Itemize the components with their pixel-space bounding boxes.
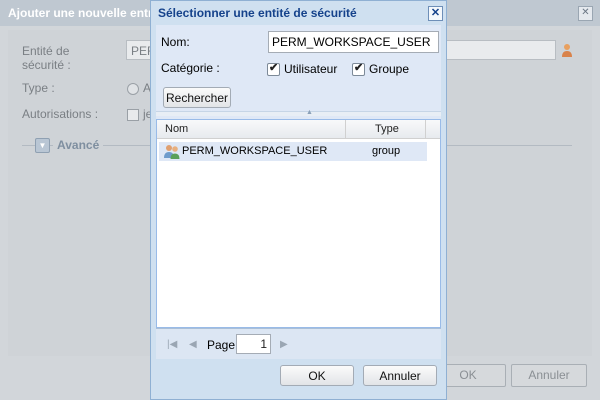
checkmark-icon: ✔ [354, 62, 364, 74]
security-entity-label: Entité de sécurité : [22, 44, 71, 72]
page-label: Page [207, 338, 236, 352]
user-checkbox[interactable]: ✔ [267, 62, 280, 76]
search-button[interactable]: Rechercher [163, 87, 231, 108]
name-input[interactable]: PERM_WORKSPACE_USER [268, 31, 439, 53]
column-divider[interactable] [425, 120, 426, 138]
group-checkbox-label[interactable]: Groupe [369, 62, 409, 76]
chevron-down-icon[interactable]: ▼ [35, 138, 50, 153]
dialog-title: Sélectionner une entité de sécurité [158, 6, 357, 20]
chevron-up-icon[interactable]: ▲ [306, 109, 316, 116]
table-row[interactable]: PERM_WORKSPACE_USER group [159, 142, 427, 161]
row-type-cell: group [372, 145, 401, 157]
column-divider[interactable] [345, 120, 346, 138]
background-cancel-button[interactable]: Annuler [511, 364, 587, 387]
category-label: Catégorie : [161, 61, 220, 75]
type-radio[interactable] [127, 83, 139, 95]
background-close-icon[interactable]: ✕ [578, 6, 593, 21]
column-header-type[interactable]: Type [375, 123, 399, 135]
select-security-entity-dialog: Sélectionner une entité de sécurité ✕ No… [150, 0, 447, 400]
ok-button[interactable]: OK [280, 365, 354, 386]
type-label: Type : [22, 81, 55, 95]
next-page-icon[interactable]: ▶ [280, 339, 288, 350]
first-page-icon[interactable]: |◀ [167, 339, 177, 350]
results-grid: Nom Type PERM_WORKSPACE_USER group [156, 119, 441, 328]
advanced-section-label[interactable]: Avancé [53, 138, 104, 152]
previous-page-icon[interactable]: ◀ [189, 339, 197, 350]
person-icon[interactable] [560, 43, 574, 57]
user-checkbox-label[interactable]: Utilisateur [284, 62, 337, 76]
checkmark-icon: ✔ [269, 62, 279, 74]
cancel-button[interactable]: Annuler [363, 365, 437, 386]
close-icon[interactable]: ✕ [428, 6, 443, 21]
background-dialog-title: Ajouter une nouvelle entrée [8, 6, 167, 20]
grid-header: Nom Type [157, 120, 440, 139]
page-number-input[interactable]: 1 [236, 334, 271, 354]
row-name-cell: PERM_WORKSPACE_USER [182, 145, 328, 157]
permissions-checkbox[interactable] [127, 109, 139, 121]
collapse-splitter[interactable] [156, 111, 441, 116]
name-label: Nom: [161, 35, 190, 49]
group-icon [164, 145, 180, 159]
column-header-name[interactable]: Nom [165, 123, 188, 135]
permissions-label: Autorisations : [22, 107, 99, 121]
dialog-body: Nom: PERM_WORKSPACE_USER Catégorie : ✔ U… [156, 25, 441, 359]
paging-toolbar: |◀ ◀ Page 1 ▶ [156, 328, 441, 359]
group-checkbox[interactable]: ✔ [352, 62, 365, 76]
